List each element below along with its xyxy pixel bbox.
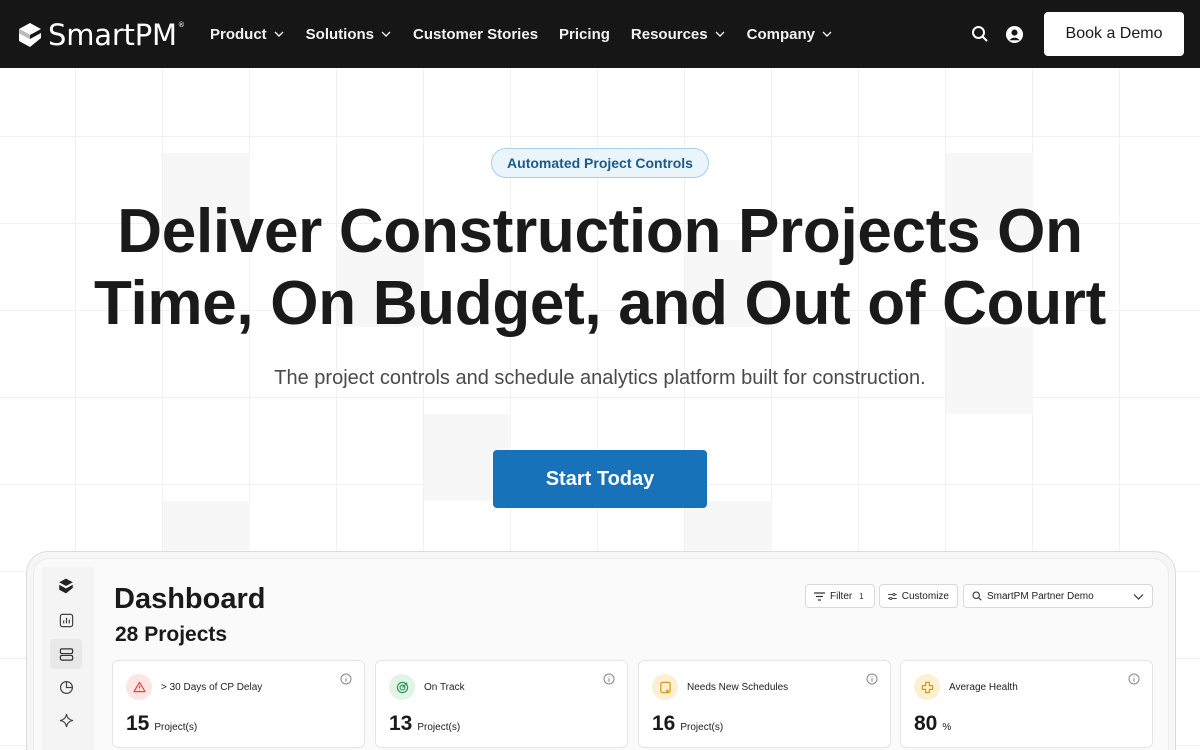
stat-card-needs-schedules[interactable]: Needs New Schedules 16 Project(s) <box>638 660 891 748</box>
info-icon[interactable] <box>603 673 615 685</box>
start-today-button[interactable]: Start Today <box>493 450 707 508</box>
headline-line-1: Deliver Construction Projects On <box>117 197 1083 266</box>
card-label: Needs New Schedules <box>687 682 789 693</box>
filter-label: Filter <box>830 590 853 602</box>
health-icon <box>914 674 940 700</box>
nav-links: Product Solutions Customer Stories Prici… <box>210 0 854 68</box>
chevron-down-icon <box>274 31 284 37</box>
nav-item-label: Solutions <box>305 25 374 43</box>
sidebar-pie-icon[interactable] <box>50 672 82 702</box>
sidebar-chart-icon[interactable] <box>50 605 82 635</box>
nav-item-label: Product <box>210 25 267 43</box>
card-value: 80 % <box>914 712 951 736</box>
stat-card-average-health[interactable]: Average Health 80 % <box>900 660 1153 748</box>
nav-item-label: Resources <box>630 25 708 43</box>
hero-headline: Deliver Construction Projects On Time, O… <box>60 196 1140 340</box>
card-value-number: 80 <box>914 712 938 735</box>
target-icon <box>389 674 415 700</box>
sidebar-sparkle-icon[interactable] <box>50 705 82 735</box>
logo-text: SmartPM <box>48 18 177 52</box>
dashboard-preview: Dashboard 28 Projects Filter 1 Customize… <box>26 551 1176 750</box>
book-demo-button[interactable]: Book a Demo <box>1044 12 1184 56</box>
card-value-number: 15 <box>126 712 150 735</box>
project-count: 28 Projects <box>115 623 228 646</box>
card-value-unit: % <box>942 722 952 733</box>
info-icon[interactable] <box>866 673 878 685</box>
filter-count-badge: 1 <box>859 591 864 601</box>
customize-label: Customize <box>901 590 949 602</box>
nav-item-resources[interactable]: Resources <box>631 26 726 43</box>
chevron-down-icon <box>381 31 391 37</box>
project-search-select[interactable]: SmartPM Partner Demo <box>963 584 1153 608</box>
nav-item-company[interactable]: Company <box>747 26 833 43</box>
card-label: Average Health <box>949 682 1018 693</box>
nav-item-pricing[interactable]: Pricing <box>559 26 610 43</box>
card-value-unit: Project(s) <box>680 722 724 733</box>
card-value: 13 Project(s) <box>389 712 460 736</box>
customize-button[interactable]: Customize <box>879 584 958 608</box>
stat-card-on-track[interactable]: On Track 13 Project(s) <box>375 660 628 748</box>
card-value-number: 13 <box>389 712 413 735</box>
search-icon[interactable] <box>970 24 990 44</box>
info-icon[interactable] <box>340 673 352 685</box>
filter-button[interactable]: Filter 1 <box>805 584 875 608</box>
card-label: > 30 Days of CP Delay <box>161 682 263 693</box>
nav-item-label: Company <box>746 25 815 43</box>
nav-item-customer-stories[interactable]: Customer Stories <box>413 26 538 43</box>
filter-icon <box>814 591 825 601</box>
dashboard-sidebar <box>42 567 94 750</box>
warning-icon <box>126 674 152 700</box>
smartpm-logo[interactable]: SmartPM ® <box>18 18 185 52</box>
chevron-down-icon <box>1133 594 1144 600</box>
info-icon[interactable] <box>1128 673 1140 685</box>
account-icon[interactable] <box>1004 24 1024 44</box>
chevron-down-icon <box>715 31 725 37</box>
card-value: 16 Project(s) <box>652 712 723 736</box>
schedule-icon <box>652 674 678 700</box>
stat-card-cp-delay[interactable]: > 30 Days of CP Delay 15 Project(s) <box>112 660 365 748</box>
dashboard-title: Dashboard <box>114 583 266 615</box>
nav-item-label: Customer Stories <box>413 25 539 43</box>
chevron-down-icon <box>822 31 832 37</box>
project-search-value: SmartPM Partner Demo <box>987 590 1094 602</box>
nav-item-label: Pricing <box>559 25 610 43</box>
hero-subheadline: The project controls and schedule analyt… <box>274 367 926 389</box>
nav-actions: Book a Demo <box>970 12 1184 56</box>
card-value-unit: Project(s) <box>417 722 461 733</box>
card-value: 15 Project(s) <box>126 712 197 736</box>
sidebar-logo-icon[interactable] <box>50 571 82 601</box>
logo-icon <box>19 23 41 47</box>
card-value-unit: Project(s) <box>154 722 198 733</box>
card-value-number: 16 <box>652 712 676 735</box>
hero-badge: Automated Project Controls <box>491 148 709 178</box>
dashboard-window: Dashboard 28 Projects Filter 1 Customize… <box>33 558 1169 750</box>
sliders-icon <box>888 592 897 600</box>
sidebar-list-icon[interactable] <box>50 639 82 669</box>
logo-registered-mark: ® <box>177 21 185 29</box>
search-icon <box>972 591 982 601</box>
card-label: On Track <box>424 682 465 693</box>
nav-item-product[interactable]: Product <box>210 26 285 43</box>
top-nav: SmartPM ® Product Solutions Customer Sto… <box>0 0 1200 68</box>
headline-line-2: Time, On Budget, and Out of Court <box>94 269 1106 338</box>
nav-item-solutions[interactable]: Solutions <box>306 26 392 43</box>
